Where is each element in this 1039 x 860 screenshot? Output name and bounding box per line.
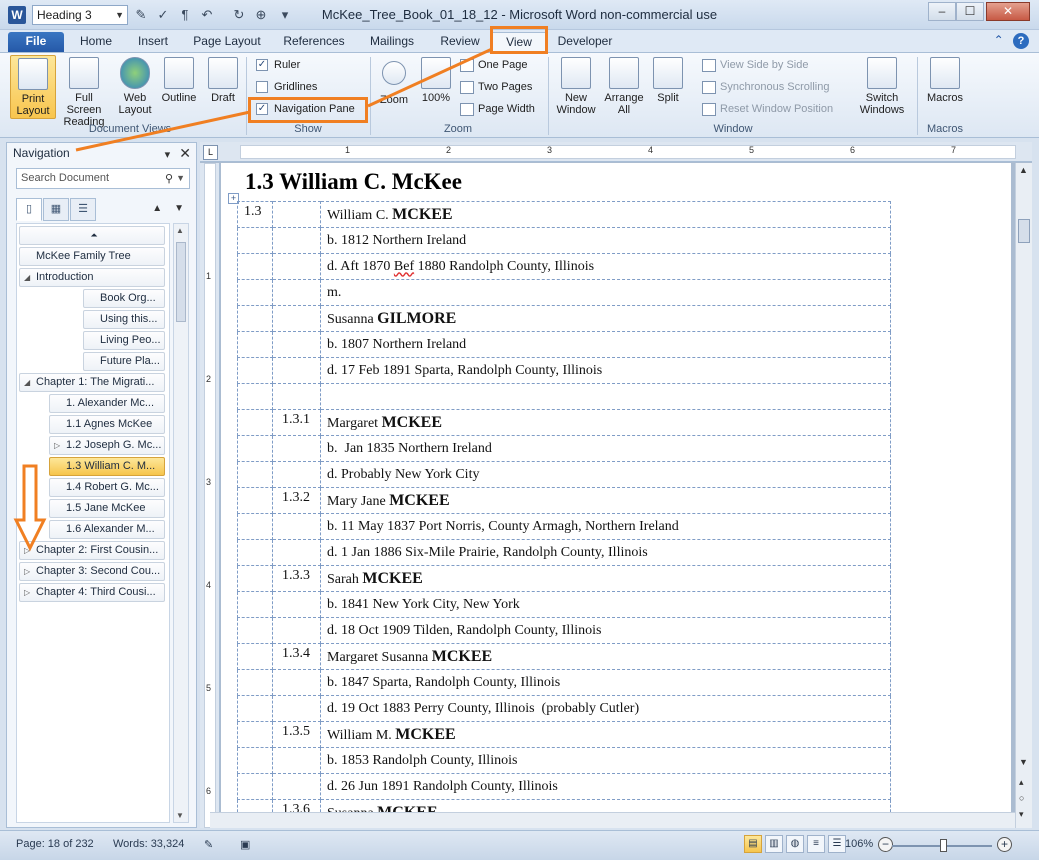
annotation-line-view-to-checkbox xyxy=(367,47,493,108)
annotation-down-arrow-icon xyxy=(13,464,47,552)
annotation-overlay xyxy=(13,47,493,552)
annotation-line-checkbox-to-pane xyxy=(75,110,251,152)
